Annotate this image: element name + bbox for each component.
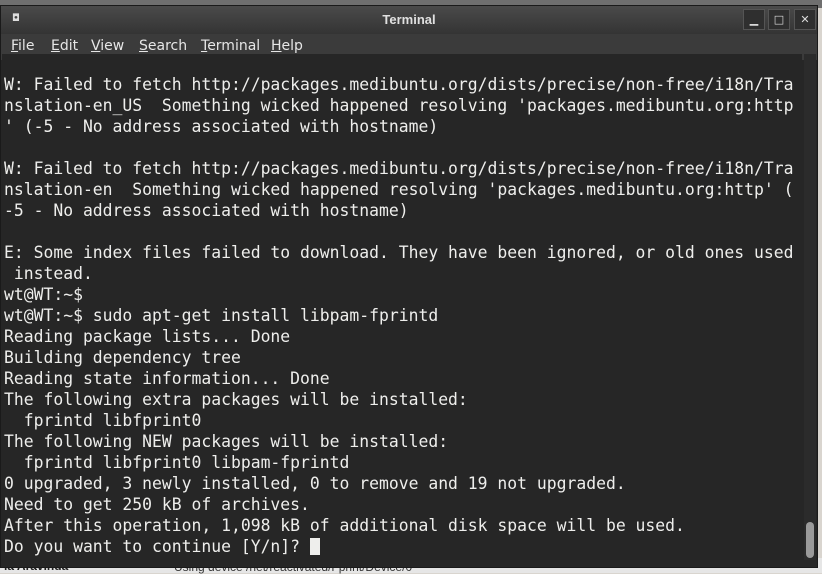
terminal-line: wt@WT:~$ sudo apt-get install libpam-fpr… [4,306,439,325]
menu-search-accel: S [139,38,148,54]
terminal-line: Reading package lists... Done [4,327,291,346]
terminal-line: 0 upgraded, 3 newly installed, 0 to remo… [4,474,626,493]
menu-help-rest: elp [281,38,303,54]
terminal-line: Need to get 250 kB of archives. [4,495,310,514]
menu-edit-accel: E [51,38,60,54]
menu-terminal-rest: erminal [207,38,261,54]
terminal-line: After this operation, 1,098 kB of additi… [4,516,685,535]
terminal-line: instead. [4,264,93,283]
text-cursor [309,538,320,555]
menu-search-rest: earch [147,38,188,54]
terminal-line: E: Some index files failed to download. … [4,243,794,262]
scrollbar[interactable] [804,54,816,560]
terminal-output[interactable]: W: Failed to fetch http://packages.medib… [2,54,802,560]
terminal-line: wt@WT:~$ [4,285,83,304]
menu-help-accel: H [271,38,282,54]
terminal-line: W: Failed to fetch http://packages.medib… [4,159,794,178]
terminal-line: fprintd libfprint0 libpam-fprintd [4,453,350,472]
menu-file-accel: F [11,38,19,54]
terminal-line: The following NEW packages will be insta… [4,432,449,451]
terminal-line: W: Failed to fetch http://packages.medib… [4,75,794,94]
menu-view[interactable]: View [91,38,124,54]
menu-file-rest: ile [18,38,35,54]
menu-edit[interactable]: Edit [51,38,78,54]
title-bar[interactable]: ◘ Terminal ▁ □ ✕ [1,6,817,34]
terminal-line: nslation-en Something wicked happened re… [4,180,794,199]
maximize-button[interactable]: □ [768,9,790,30]
terminal-line: fprintd libfprint0 [4,411,202,430]
terminal-line: ' (-5 - No address associated with hostn… [4,117,439,136]
close-button[interactable]: ✕ [794,9,816,30]
terminal-line: -5 - No address associated with hostname… [4,201,409,220]
menu-view-rest: iew [100,38,125,54]
window-title: Terminal [382,12,436,27]
terminal-line: Reading state information... Done [4,369,330,388]
menu-file[interactable]: File [11,38,34,54]
menu-terminal[interactable]: Terminal [201,38,260,54]
terminal-line: nslation-en_US Something wicked happened… [4,96,794,115]
menu-edit-rest: dit [59,38,79,54]
menu-view-accel: V [91,38,101,54]
terminal-line: Building dependency tree [4,348,241,367]
terminal-line: The following extra packages will be ins… [4,390,468,409]
menu-help[interactable]: Help [271,38,303,54]
minimize-button[interactable]: ▁ [743,9,765,30]
scrollbar-thumb[interactable] [806,522,814,558]
menu-search[interactable]: Search [139,38,187,54]
terminal-lines: W: Failed to fetch http://packages.medib… [4,74,793,557]
terminal-line: Do you want to continue [Y/n]? [4,536,793,557]
